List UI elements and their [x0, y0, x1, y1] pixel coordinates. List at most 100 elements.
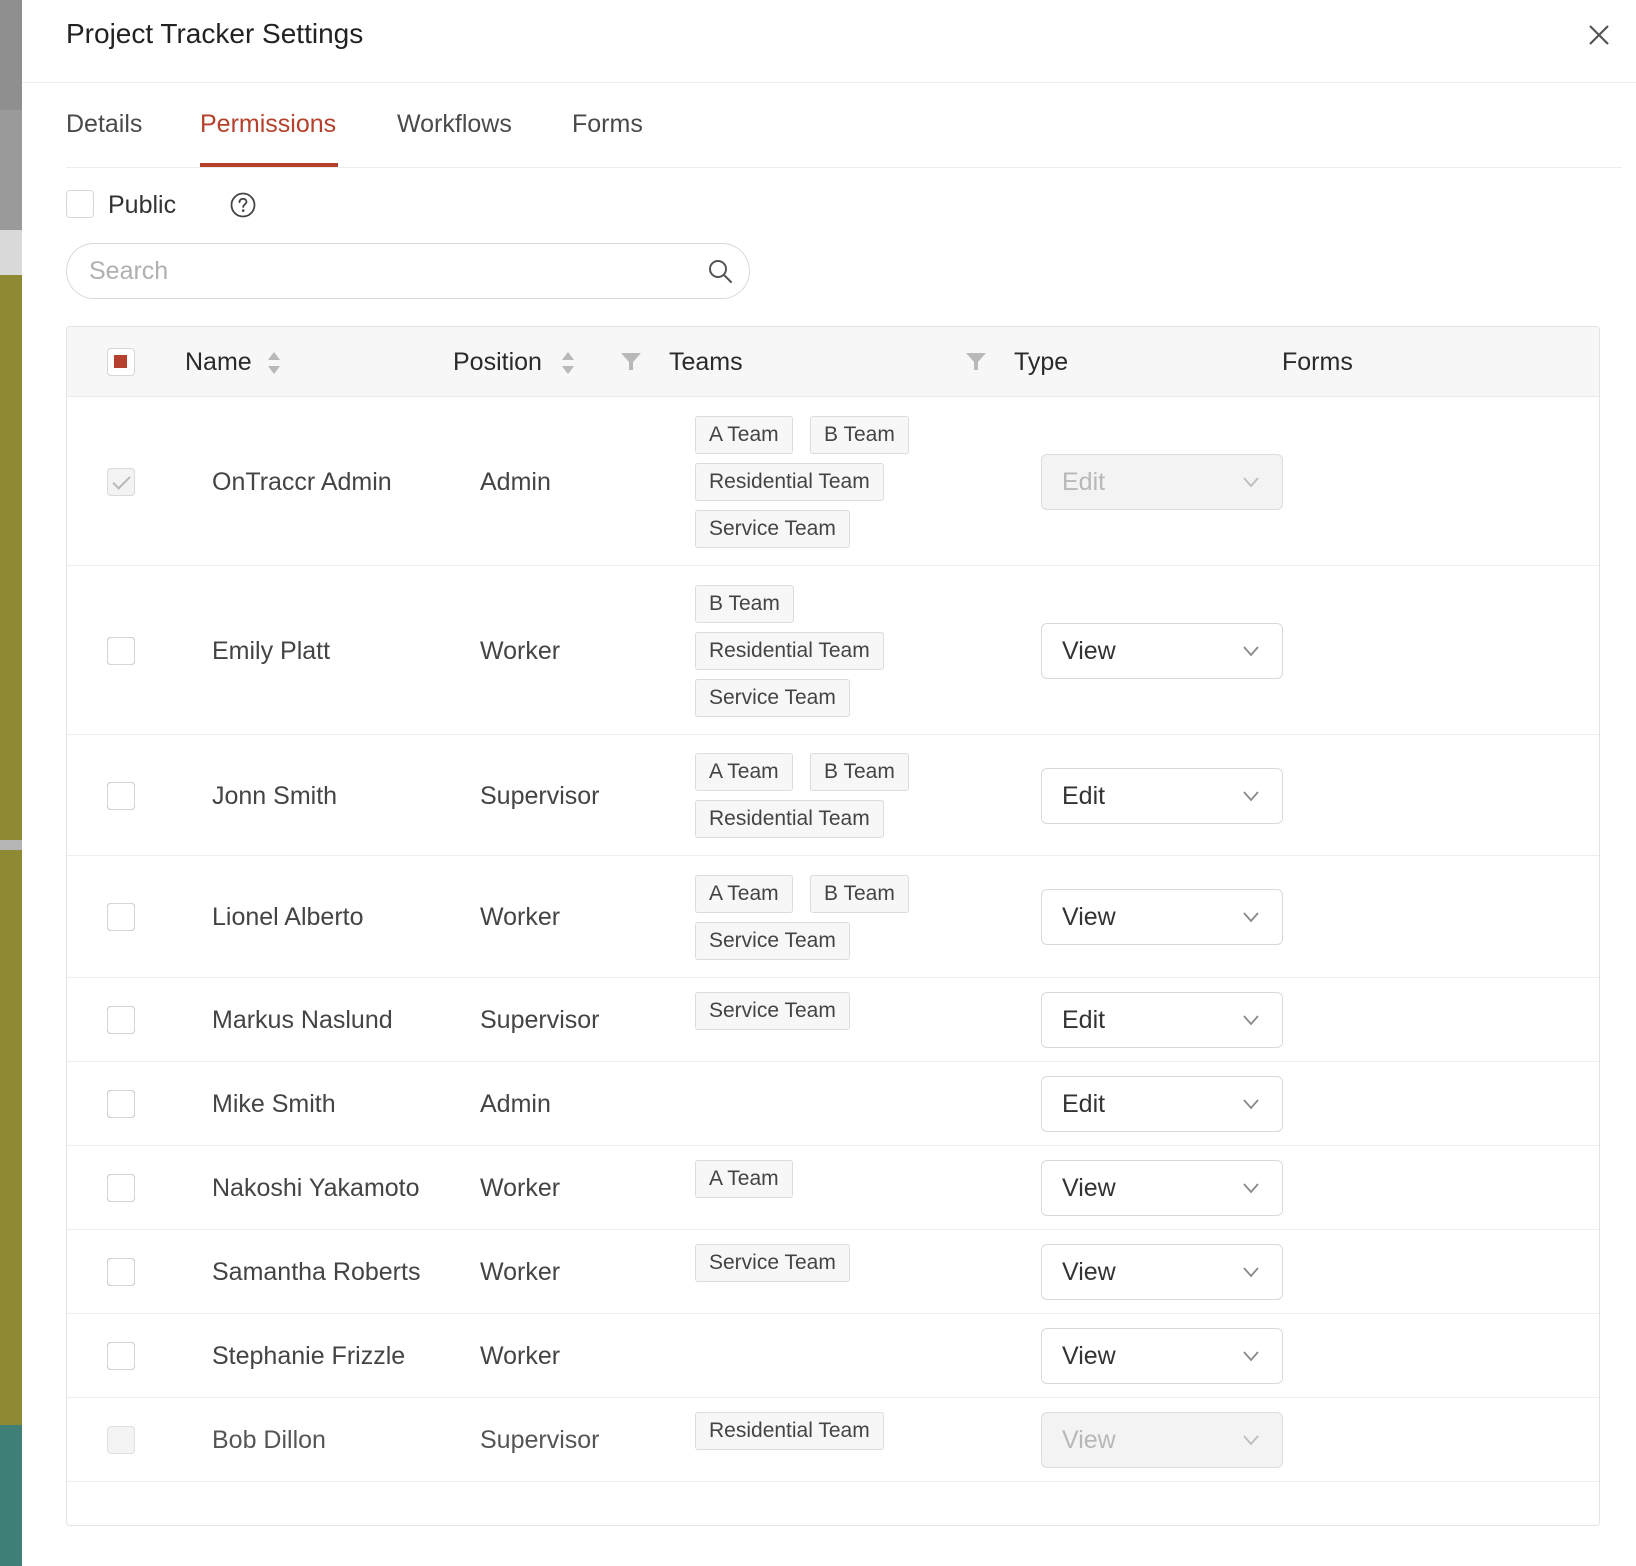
- header-divider: [22, 82, 1636, 83]
- chevron-down-icon: [1243, 1435, 1259, 1446]
- chevron-down-icon: [1243, 476, 1259, 487]
- table-row: Bob Dillon Supervisor Residential Team View: [67, 1398, 1599, 1482]
- user-name: Lionel Alberto: [212, 903, 364, 931]
- user-position: Admin: [480, 467, 551, 496]
- type-select[interactable]: Edit: [1041, 767, 1283, 824]
- tab-forms[interactable]: Forms: [572, 110, 643, 139]
- user-name: Stephanie Frizzle: [212, 1342, 406, 1370]
- active-tab-indicator: [200, 163, 338, 167]
- tab-workflows[interactable]: Workflows: [397, 110, 512, 139]
- table-row: OnTraccr Admin Admin A Team B Team Residenti…: [67, 397, 1599, 566]
- table-row: Markus Naslund Supervisor Service Team Edit: [67, 978, 1599, 1062]
- type-select-value: View: [1062, 903, 1116, 931]
- chevron-down-icon: [1243, 1015, 1259, 1026]
- search-input[interactable]: [87, 252, 687, 290]
- forms-checkbox[interactable]: [107, 1342, 135, 1370]
- user-position: Worker: [480, 1174, 561, 1202]
- forms-checkbox[interactable]: [107, 1258, 135, 1286]
- table-row: Mike Smith Admin Edit: [67, 1062, 1599, 1146]
- chevron-down-icon: [1243, 1351, 1259, 1362]
- search-icon[interactable]: [707, 258, 733, 284]
- forms-checkbox[interactable]: [107, 1090, 135, 1118]
- user-position: Worker: [480, 1342, 561, 1370]
- user-name: OnTraccr Admin: [212, 467, 392, 496]
- user-name: Samantha Roberts: [212, 1258, 421, 1286]
- type-select[interactable]: View: [1041, 1328, 1283, 1384]
- type-select[interactable]: Edit: [1041, 1076, 1283, 1132]
- type-select[interactable]: View: [1041, 889, 1283, 945]
- type-select-value: View: [1062, 636, 1116, 665]
- user-position: Worker: [480, 1258, 561, 1286]
- filter-icon[interactable]: [620, 351, 642, 373]
- chevron-down-icon: [1243, 1183, 1259, 1194]
- close-icon: [1589, 25, 1609, 45]
- type-select-value: Edit: [1062, 781, 1106, 810]
- settings-modal: Project Tracker Settings Details Permiss…: [22, 0, 1636, 1566]
- forms-checkbox[interactable]: [107, 903, 135, 931]
- header-teams: Teams: [669, 348, 743, 376]
- user-position: Supervisor: [480, 781, 600, 810]
- team-tag: Residential Team: [695, 800, 884, 838]
- type-select-value: View: [1062, 1342, 1116, 1370]
- type-select[interactable]: Edit: [1041, 992, 1283, 1048]
- table-row: Emily Platt Worker B Team Residential Team S…: [67, 566, 1599, 735]
- tab-permissions[interactable]: Permissions: [200, 110, 336, 139]
- background-app-strip: [0, 0, 22, 1566]
- header-name[interactable]: Name: [185, 348, 252, 377]
- team-tag: A Team: [695, 874, 793, 913]
- type-select-value: View: [1062, 1174, 1116, 1202]
- header-position[interactable]: Position: [453, 348, 542, 377]
- user-position: Supervisor: [480, 1426, 600, 1454]
- forms-checkbox: [107, 1426, 135, 1454]
- chevron-down-icon: [1243, 790, 1259, 801]
- type-select-value: Edit: [1062, 1006, 1106, 1034]
- user-name: Nakoshi Yakamoto: [212, 1174, 420, 1202]
- team-tag: Service Team: [695, 1244, 850, 1282]
- type-select[interactable]: View: [1041, 622, 1283, 679]
- public-label: Public: [108, 191, 177, 219]
- team-tag: Service Team: [695, 509, 850, 548]
- table-header: Name Position Teams Type Forms: [67, 327, 1599, 397]
- search-field: [66, 243, 750, 299]
- user-name: Emily Platt: [212, 636, 331, 665]
- permissions-table: Name Position Teams Type Forms OnTraccr …: [66, 326, 1600, 1526]
- forms-checkbox[interactable]: [107, 1174, 135, 1202]
- table-row: Stephanie Frizzle Worker View: [67, 1314, 1599, 1398]
- team-tag: A Team: [695, 415, 793, 454]
- team-tag: Residential Team: [695, 631, 884, 670]
- tab-details[interactable]: Details: [66, 110, 142, 139]
- chevron-down-icon: [1243, 912, 1259, 923]
- type-select-value: View: [1062, 1258, 1116, 1286]
- chevron-down-icon: [1243, 1099, 1259, 1110]
- question-circle-icon[interactable]: [230, 192, 256, 218]
- team-tag: A Team: [695, 753, 793, 791]
- type-select-value: Edit: [1062, 467, 1106, 496]
- user-name: Markus Naslund: [212, 1006, 393, 1034]
- sort-icon[interactable]: [560, 350, 576, 376]
- forms-checkbox[interactable]: [107, 781, 135, 810]
- user-name: Bob Dillon: [212, 1426, 326, 1454]
- user-position: Worker: [480, 903, 561, 931]
- type-select[interactable]: View: [1041, 1160, 1283, 1216]
- close-button[interactable]: [1582, 18, 1616, 52]
- type-select-value: Edit: [1062, 1090, 1106, 1118]
- chevron-down-icon: [1243, 645, 1259, 656]
- filter-icon[interactable]: [965, 351, 987, 373]
- team-tag: B Team: [810, 415, 909, 454]
- team-tag: Service Team: [695, 992, 850, 1030]
- forms-checkbox: [107, 467, 135, 496]
- type-select[interactable]: View: [1041, 1244, 1283, 1300]
- modal-title: Project Tracker Settings: [66, 18, 364, 49]
- table-row: Jonn Smith Supervisor A Team B Team Resident…: [67, 735, 1599, 856]
- public-checkbox[interactable]: [66, 190, 94, 218]
- team-tag: B Team: [810, 874, 909, 913]
- select-all-checkbox[interactable]: [107, 348, 135, 376]
- team-tag: Service Team: [695, 921, 850, 960]
- table-row: Nakoshi Yakamoto Worker A Team View: [67, 1146, 1599, 1230]
- forms-checkbox[interactable]: [107, 636, 135, 665]
- sort-icon[interactable]: [266, 350, 282, 376]
- tab-bar: Details Permissions Workflows Forms: [66, 86, 1622, 168]
- forms-checkbox[interactable]: [107, 1006, 135, 1034]
- team-tag: Service Team: [695, 678, 850, 717]
- chevron-down-icon: [1243, 1267, 1259, 1278]
